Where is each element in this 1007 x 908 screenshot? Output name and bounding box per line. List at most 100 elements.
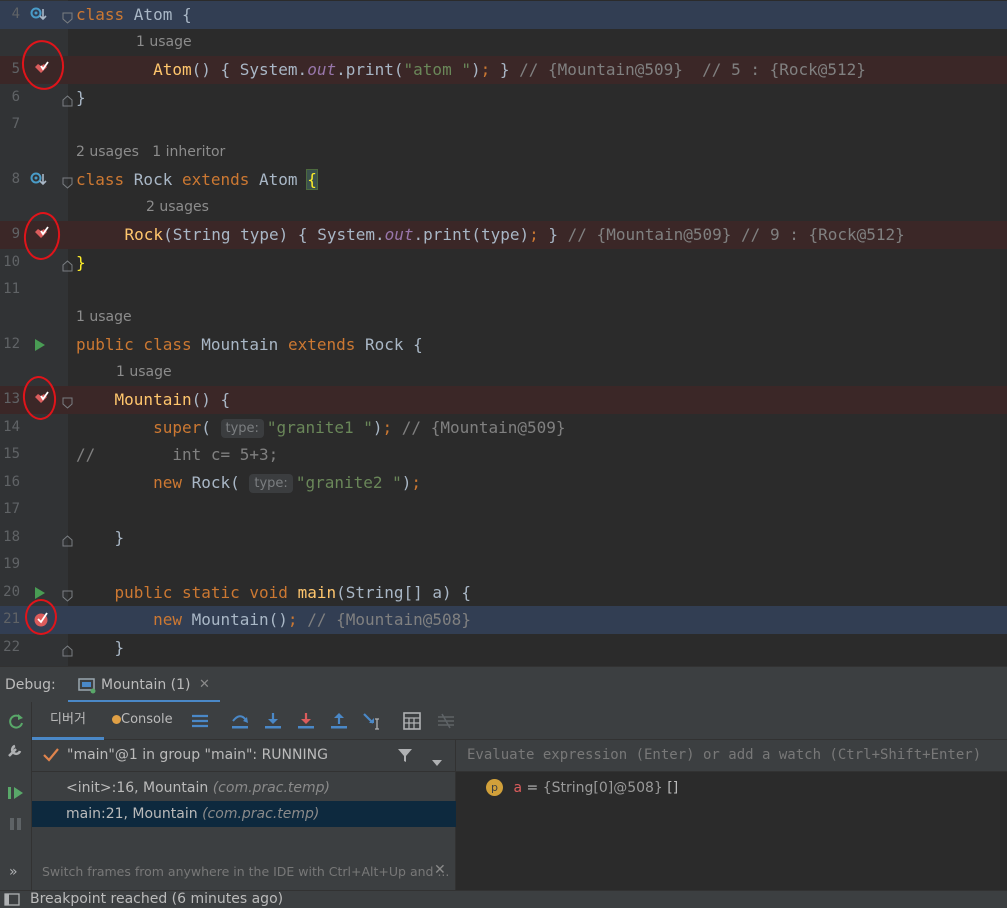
more-tools-icon[interactable]: »	[9, 864, 18, 880]
code-line-19[interactable]: 19	[0, 551, 1007, 579]
tab-console[interactable]: Console	[112, 702, 173, 740]
overridden-method-icon[interactable]	[29, 171, 47, 189]
fold-end-marker[interactable]	[62, 532, 73, 547]
code-line-18[interactable]: 18 }	[0, 524, 1007, 552]
code-line-8[interactable]: 8 class Rock extends Atom {	[0, 166, 1007, 194]
variable-extra: []	[662, 780, 679, 796]
code-token: // {Mountain@509} // 9 : {Rock@512}	[567, 225, 905, 244]
code-token: Atom	[259, 170, 308, 189]
fold-end-marker[interactable]	[62, 92, 73, 107]
thread-label: "main"@1 in group "main": RUNNING	[67, 747, 328, 763]
code-text: }	[76, 634, 125, 662]
code-token: Atom {	[133, 5, 192, 24]
show-execution-point-icon[interactable]	[190, 711, 210, 731]
code-token: .print(type)	[413, 225, 530, 244]
usage-hint[interactable]: 1 usage	[116, 359, 172, 387]
evaluate-expression-icon[interactable]	[402, 711, 422, 731]
code-line-22[interactable]: 22 }	[0, 634, 1007, 662]
line-number: 7	[11, 116, 20, 132]
chevron-down-icon[interactable]	[431, 752, 443, 771]
fold-end-marker[interactable]	[62, 257, 73, 272]
usage-hint[interactable]: 1 usage	[136, 29, 192, 57]
frame-method: main:21, Mountain	[66, 806, 198, 822]
code-line-6[interactable]: 6 }	[0, 84, 1007, 112]
pause-icon[interactable]	[8, 816, 24, 836]
thread-selector[interactable]: "main"@1 in group "main": RUNNING	[32, 740, 456, 772]
run-icon[interactable]	[33, 337, 51, 355]
tab-debugger[interactable]: 디버거	[32, 702, 104, 740]
code-token: public class	[76, 335, 202, 354]
usage-hint-line: 1 usage	[0, 304, 1007, 332]
trace-current-stream-icon[interactable]	[436, 711, 456, 731]
usage-hint[interactable]: 1 usage	[76, 304, 132, 332]
parameter-badge-icon: p	[486, 779, 503, 796]
fold-marker[interactable]	[62, 587, 73, 602]
close-tip-icon[interactable]: ✕	[434, 862, 446, 878]
line-number: 20	[3, 584, 20, 600]
code-line-12[interactable]: 12 public class Mountain extends Rock {	[0, 331, 1007, 359]
rerun-icon[interactable]	[6, 712, 26, 736]
variable-row[interactable]: p a = {String[0]@508} []	[486, 776, 678, 800]
close-icon[interactable]: ✕	[199, 667, 210, 703]
code-line-9[interactable]: 9 Rock(String type) { System.out.print(t…	[0, 221, 1007, 249]
fold-end-marker[interactable]	[62, 642, 73, 657]
code-token: Mountain	[201, 335, 288, 354]
code-text: }	[76, 249, 86, 277]
code-text: }	[76, 84, 86, 112]
code-line-10[interactable]: 10 }	[0, 249, 1007, 277]
code-line-15[interactable]: 15 // int c= 5+3;	[0, 441, 1007, 469]
overridden-method-icon[interactable]	[29, 6, 47, 24]
run-to-cursor-icon[interactable]	[362, 711, 382, 731]
fold-marker[interactable]	[62, 174, 73, 189]
line-number: 18	[3, 529, 20, 545]
code-editor[interactable]: 4 class Atom { 1 usage 5 Atom() { System…	[0, 0, 1007, 666]
debug-tool-window-header: Debug: Mountain (1) ✕	[0, 666, 1007, 703]
code-line-14[interactable]: 14 super( type: "granite1 "); // {Mountai…	[0, 414, 1007, 442]
code-line-11[interactable]: 11	[0, 276, 1007, 304]
frame-item[interactable]: <init>:16, Mountain (com.prac.temp)	[32, 775, 456, 801]
filter-icon[interactable]	[396, 747, 414, 767]
line-number: 4	[11, 6, 20, 22]
code-token: out	[307, 60, 337, 79]
fold-marker[interactable]	[62, 394, 73, 409]
tab-console-label: Console	[121, 712, 173, 727]
panel-toggle-icon[interactable]	[4, 893, 20, 908]
code-line-17[interactable]: 17	[0, 496, 1007, 524]
code-token: () {	[191, 390, 231, 409]
code-line-7[interactable]: 7	[0, 111, 1007, 139]
frame-item-selected[interactable]: main:21, Mountain (com.prac.temp)	[32, 801, 456, 827]
code-text: }	[76, 524, 125, 552]
tab-debugger-label: 디버거	[50, 712, 86, 727]
code-token: Rock	[133, 170, 182, 189]
debug-title: Debug:	[5, 677, 56, 693]
usage-hint[interactable]: 2 usages	[146, 194, 209, 222]
code-line-4[interactable]: 4 class Atom {	[0, 1, 1007, 29]
code-line-20[interactable]: 20 public static void main(String[] a) {	[0, 579, 1007, 607]
code-token: }	[548, 225, 568, 244]
code-line-5[interactable]: 5 Atom() { System.out.print("atom "); } …	[0, 56, 1007, 84]
step-out-icon[interactable]	[329, 711, 349, 731]
wrench-icon[interactable]	[6, 740, 26, 764]
code-line-16[interactable]: 16 new Rock( type: "granite2 ");	[0, 469, 1007, 497]
step-into-icon[interactable]	[263, 711, 283, 731]
line-number: 17	[3, 501, 20, 517]
usage-hint[interactable]: 2 usages 1 inheritor	[76, 139, 225, 167]
step-over-icon[interactable]	[230, 711, 250, 731]
session-icon	[78, 678, 96, 698]
line-number: 16	[3, 474, 20, 490]
line-number: 5	[11, 61, 20, 77]
code-line-21[interactable]: 21 new Mountain(); // {Mountain@508}	[0, 606, 1007, 634]
resume-icon[interactable]	[7, 784, 25, 806]
debug-session-tab[interactable]: Mountain (1) ✕	[68, 667, 220, 703]
code-token: new	[153, 610, 192, 629]
fold-marker[interactable]	[62, 9, 73, 24]
annotation-circle	[25, 599, 57, 635]
code-line-13[interactable]: 13 Mountain() {	[0, 386, 1007, 414]
check-icon	[42, 747, 60, 767]
evaluate-expression-input[interactable]: Evaluate expression (Enter) or add a wat…	[456, 740, 1007, 772]
force-step-into-icon[interactable]	[296, 711, 316, 731]
